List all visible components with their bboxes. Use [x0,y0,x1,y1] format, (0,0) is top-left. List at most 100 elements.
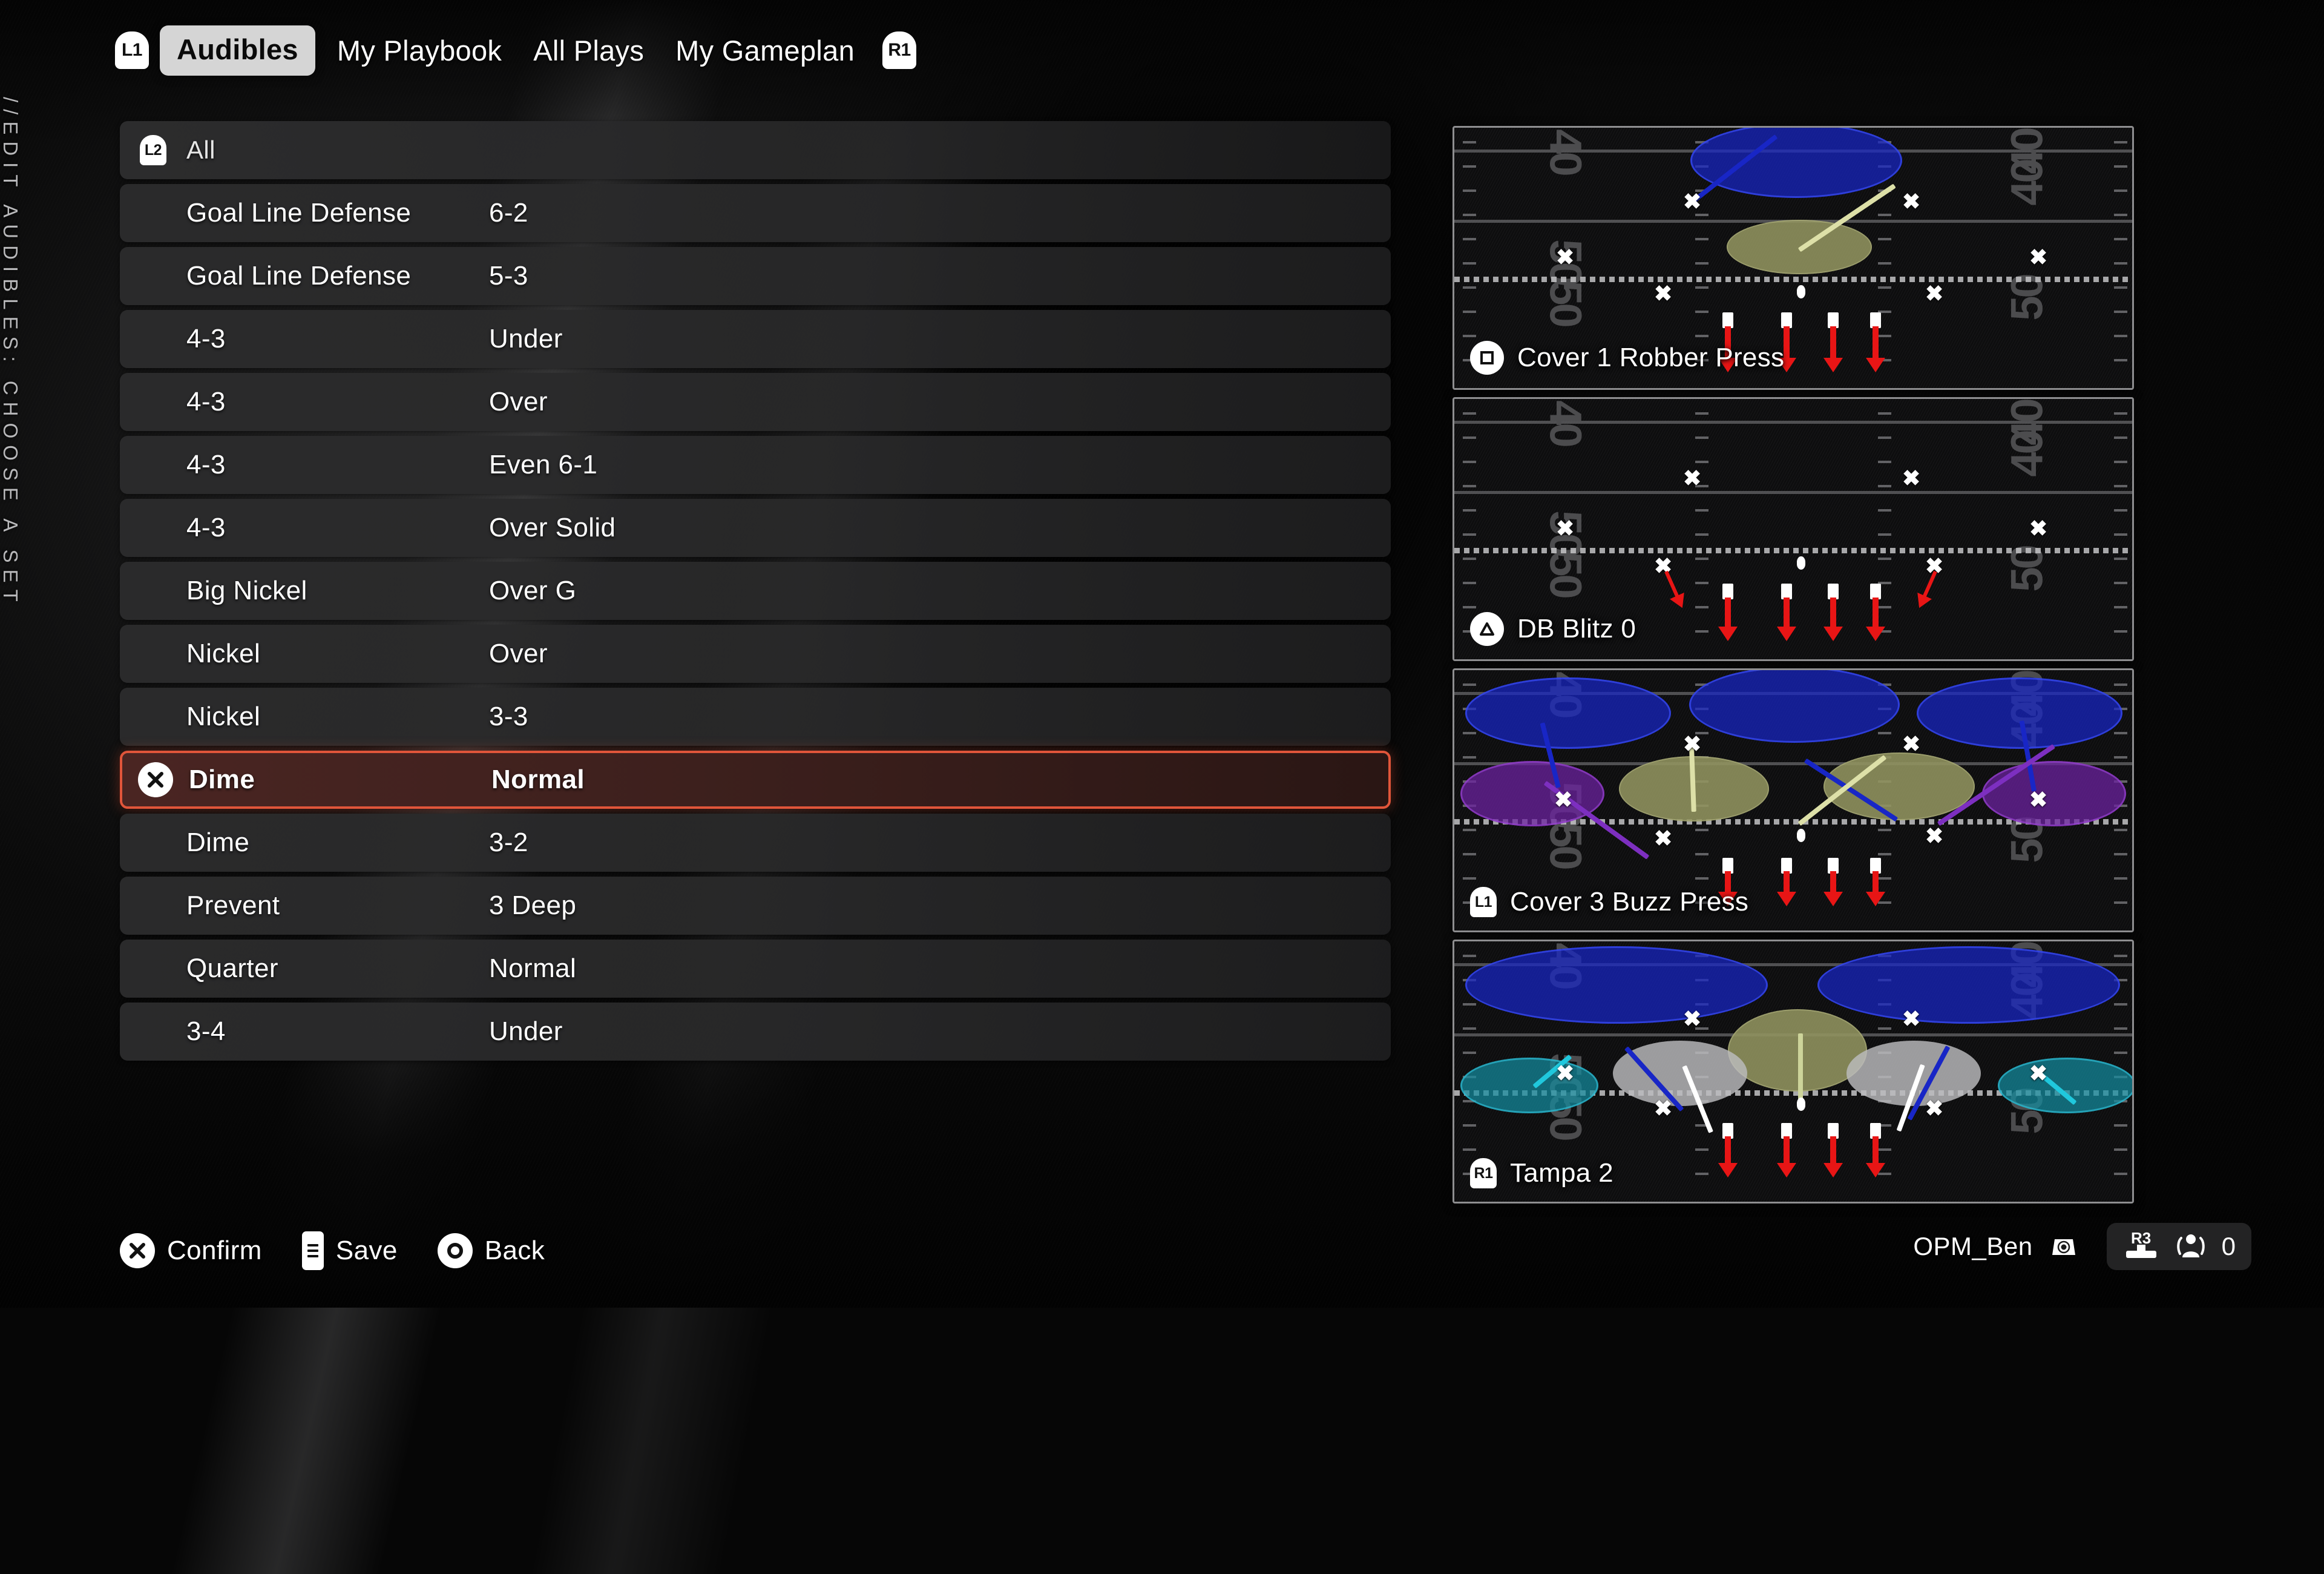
l2-badge-wrap: L2 [120,135,186,165]
play-label: Cover 1 Robber Press [1470,341,1784,375]
tab-my-playbook[interactable]: My Playbook [321,34,517,67]
r1-shoulder-button[interactable]: R1 [882,31,917,69]
row-variant: Over [489,387,548,417]
action-label: Confirm [167,1236,262,1265]
coverage-zone-deep-half-left [1465,946,1768,1024]
row-formation: Prevent [186,891,280,920]
r3-stick-button-icon[interactable]: R3 [2122,1229,2160,1263]
row-formation: 4-3 [186,324,226,354]
list-item-goal-line-defense-53[interactable]: Goal Line Defense 5-3 [120,247,1391,305]
list-item-43-over[interactable]: 4-3 Over [120,373,1391,431]
action-confirm[interactable]: Confirm [120,1233,262,1268]
list-item-nickel-over[interactable]: Nickel Over [120,625,1391,683]
line-of-scrimmage [1454,548,2132,553]
row-variant: Normal [491,765,585,794]
row-variant: 6-2 [489,198,528,228]
r1-shoulder-button[interactable]: R1 [1470,1158,1497,1188]
list-item-43-over-solid[interactable]: 4-3 Over Solid [120,499,1391,557]
list-item-dime-normal-selected[interactable]: Dime Normal [120,751,1391,809]
line-of-scrimmage [1454,277,2132,282]
row-variant: Over [489,639,548,668]
play-preview-list: 40 50 50 40 40 50 ✖ ✖ ✖ ✖ ✖ ✖ Cover 1 Ro… [1452,126,2134,1211]
yard-number: 50 [1540,280,1591,326]
user-name: OPM_Ben [1913,1232,2033,1260]
action-save[interactable]: Save [301,1231,398,1270]
player-marker: ✖ [2029,516,2048,541]
spectator-count-pill[interactable]: R3 0 [2106,1223,2251,1270]
player-marker: ✖ [1554,787,1573,812]
blitz-arrow [1830,1136,1836,1164]
list-item-prevent-3-deep[interactable]: Prevent 3 Deep [120,877,1391,935]
spectator-count: 0 [2221,1232,2236,1260]
play-card-db-blitz-0[interactable]: 40 50 50 40 40 50 ✖ ✖ ✖ ✖ ✖ ✖ DB Blitz 0 [1452,397,2134,661]
list-item-43-even-61[interactable]: 4-3 Even 6-1 [120,436,1391,494]
yard-number: 50 [2001,275,2052,321]
list-item-dime-32[interactable]: Dime 3-2 [120,814,1391,872]
play-name: Cover 1 Robber Press [1517,343,1785,372]
coverage-zone-deep-half-right [1817,946,2120,1024]
list-header-label: All [186,136,215,164]
player-marker: ✖ [1654,826,1673,851]
coverage-zone-flat-right [1982,761,2126,826]
coverage-zone-flat-right [1998,1058,2132,1113]
coverage-zone-flat-left [1460,761,1604,826]
action-label: Save [335,1236,398,1265]
people-icon [2173,1231,2208,1263]
route-line-deep-middle [1798,1033,1803,1105]
player-marker: ✖ [1902,1006,1921,1031]
play-card-cover-3-buzz-press[interactable]: 40 50 50 40 40 50 ✖ ✖ ✖ ✖ ✖ [1452,668,2134,932]
triangle-button-icon[interactable] [1470,612,1504,646]
blitz-arrow [1873,598,1879,628]
player-marker: ✖ [2029,1061,2048,1085]
list-item-43-under[interactable]: 4-3 Under [120,310,1391,368]
r3-label: R3 [2131,1229,2152,1247]
cross-button-icon[interactable] [120,1233,155,1268]
list-item-big-nickel-over-g[interactable]: Big Nickel Over G [120,562,1391,620]
square-button-icon[interactable] [1470,341,1504,375]
touchpad-button-icon[interactable] [301,1231,324,1270]
play-label: R1 Tampa 2 [1470,1158,1613,1188]
play-card-cover-1-robber-press[interactable]: 40 50 50 40 40 50 ✖ ✖ ✖ ✖ ✖ ✖ Cover 1 Ro… [1452,126,2134,390]
list-item-nickel-33[interactable]: Nickel 3-3 [120,688,1391,746]
action-bar: Confirm Save Back [120,1231,585,1270]
l1-shoulder-button[interactable]: L1 [115,31,149,69]
top-navigation-bar: L1 Audibles My Playbook All Plays My Gam… [0,17,917,84]
player-marker: ✖ [2029,787,2048,812]
player-marker: ✖ [1683,731,1702,756]
circle-button-icon[interactable] [437,1233,473,1268]
tab-audibles[interactable]: Audibles [160,25,315,76]
hash-marks-inner-right [1878,399,1891,659]
list-header-all[interactable]: L2 All [120,121,1391,179]
list-item-34-under[interactable]: 3-4 Under [120,1003,1391,1061]
blitz-arrow [1784,871,1790,893]
cross-button-icon[interactable] [138,762,173,797]
tab-all-plays[interactable]: All Plays [517,34,660,67]
blitz-arrow [1830,871,1836,893]
player-marker: ✖ [1683,466,1702,490]
list-item-quarter-normal[interactable]: Quarter Normal [120,940,1391,998]
row-formation: Nickel [186,639,261,668]
football-marker [1797,829,1805,842]
row-formation: Goal Line Defense [186,261,412,291]
play-card-tampa-2[interactable]: 40 50 50 40 40 50 ✖ ✖ ✖ ✖ ✖ [1452,940,2134,1204]
play-name: Cover 3 Buzz Press [1510,887,1749,917]
l1-shoulder-button[interactable]: L1 [1470,887,1497,917]
row-formation: 4-3 [186,387,226,417]
l2-shoulder-button[interactable]: L2 [140,135,166,165]
list-item-goal-line-defense-62[interactable]: Goal Line Defense 6-2 [120,184,1391,242]
yard-number: 50 [2001,547,2052,592]
blitz-arrow [1873,1136,1879,1164]
action-back[interactable]: Back [437,1233,545,1268]
row-formation: 4-3 [186,450,226,479]
row-variant: Under [489,1016,563,1046]
tab-my-gameplan[interactable]: My Gameplan [660,34,870,67]
yard-number: 40 [2001,160,2052,206]
hash-marks-inner-left [1695,399,1709,659]
audible-set-list: L2 All Goal Line Defense 6-2 Goal Line D… [120,121,1391,1065]
football-marker [1797,1098,1805,1111]
blitz-arrow [1784,326,1790,359]
coverage-zone-flat-left [1460,1058,1598,1113]
blitz-arrow [1725,598,1731,628]
row-formation: Big Nickel [186,576,307,605]
blitz-arrow [1784,598,1790,628]
